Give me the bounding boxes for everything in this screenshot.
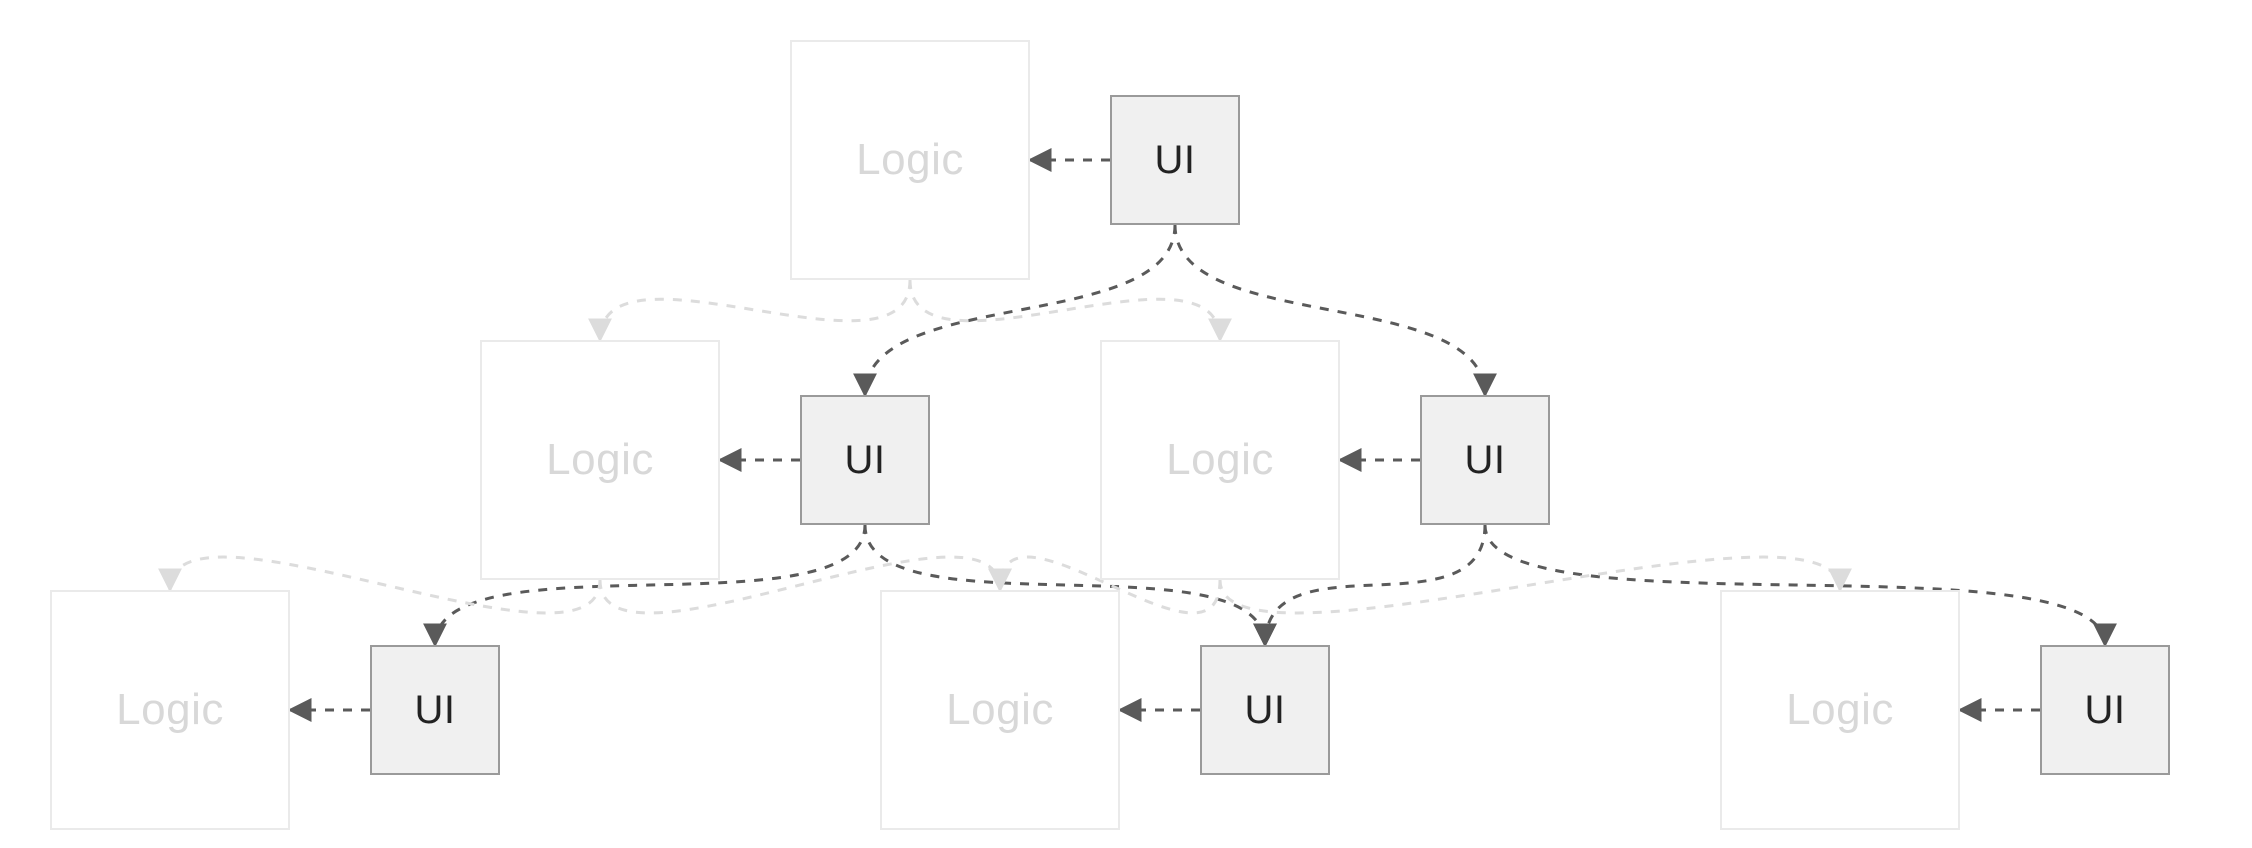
ui-node-row2-c: UI xyxy=(2040,645,2170,775)
logic-label: Logic xyxy=(1786,685,1894,735)
logic-label: Logic xyxy=(856,135,964,185)
ui-label: UI xyxy=(415,688,456,733)
ui-node-row1-b: UI xyxy=(1420,395,1550,525)
logic-node-row2-b: Logic xyxy=(880,590,1120,830)
ui-node-row2-a: UI xyxy=(370,645,500,775)
ui-node-row2-b: UI xyxy=(1200,645,1330,775)
logic-node-row0: Logic xyxy=(790,40,1030,280)
logic-label: Logic xyxy=(1166,435,1274,485)
logic-label: Logic xyxy=(546,435,654,485)
logic-node-row2-c: Logic xyxy=(1720,590,1960,830)
ui-label: UI xyxy=(1155,138,1196,183)
ui-node-row0: UI xyxy=(1110,95,1240,225)
ui-label: UI xyxy=(845,438,886,483)
diagram-canvas: Logic UI Logic UI Logic UI Logic UI Logi… xyxy=(0,0,2252,848)
ui-label: UI xyxy=(2085,688,2126,733)
edge-logic0-to-logic1b xyxy=(910,280,1220,340)
logic-node-row1-b: Logic xyxy=(1100,340,1340,580)
logic-label: Logic xyxy=(116,685,224,735)
ui-label: UI xyxy=(1465,438,1506,483)
logic-label: Logic xyxy=(946,685,1054,735)
ui-label: UI xyxy=(1245,688,1286,733)
edge-logic0-to-logic1a xyxy=(600,280,910,340)
ui-node-row1-a: UI xyxy=(800,395,930,525)
logic-node-row1-a: Logic xyxy=(480,340,720,580)
logic-node-row2-a: Logic xyxy=(50,590,290,830)
